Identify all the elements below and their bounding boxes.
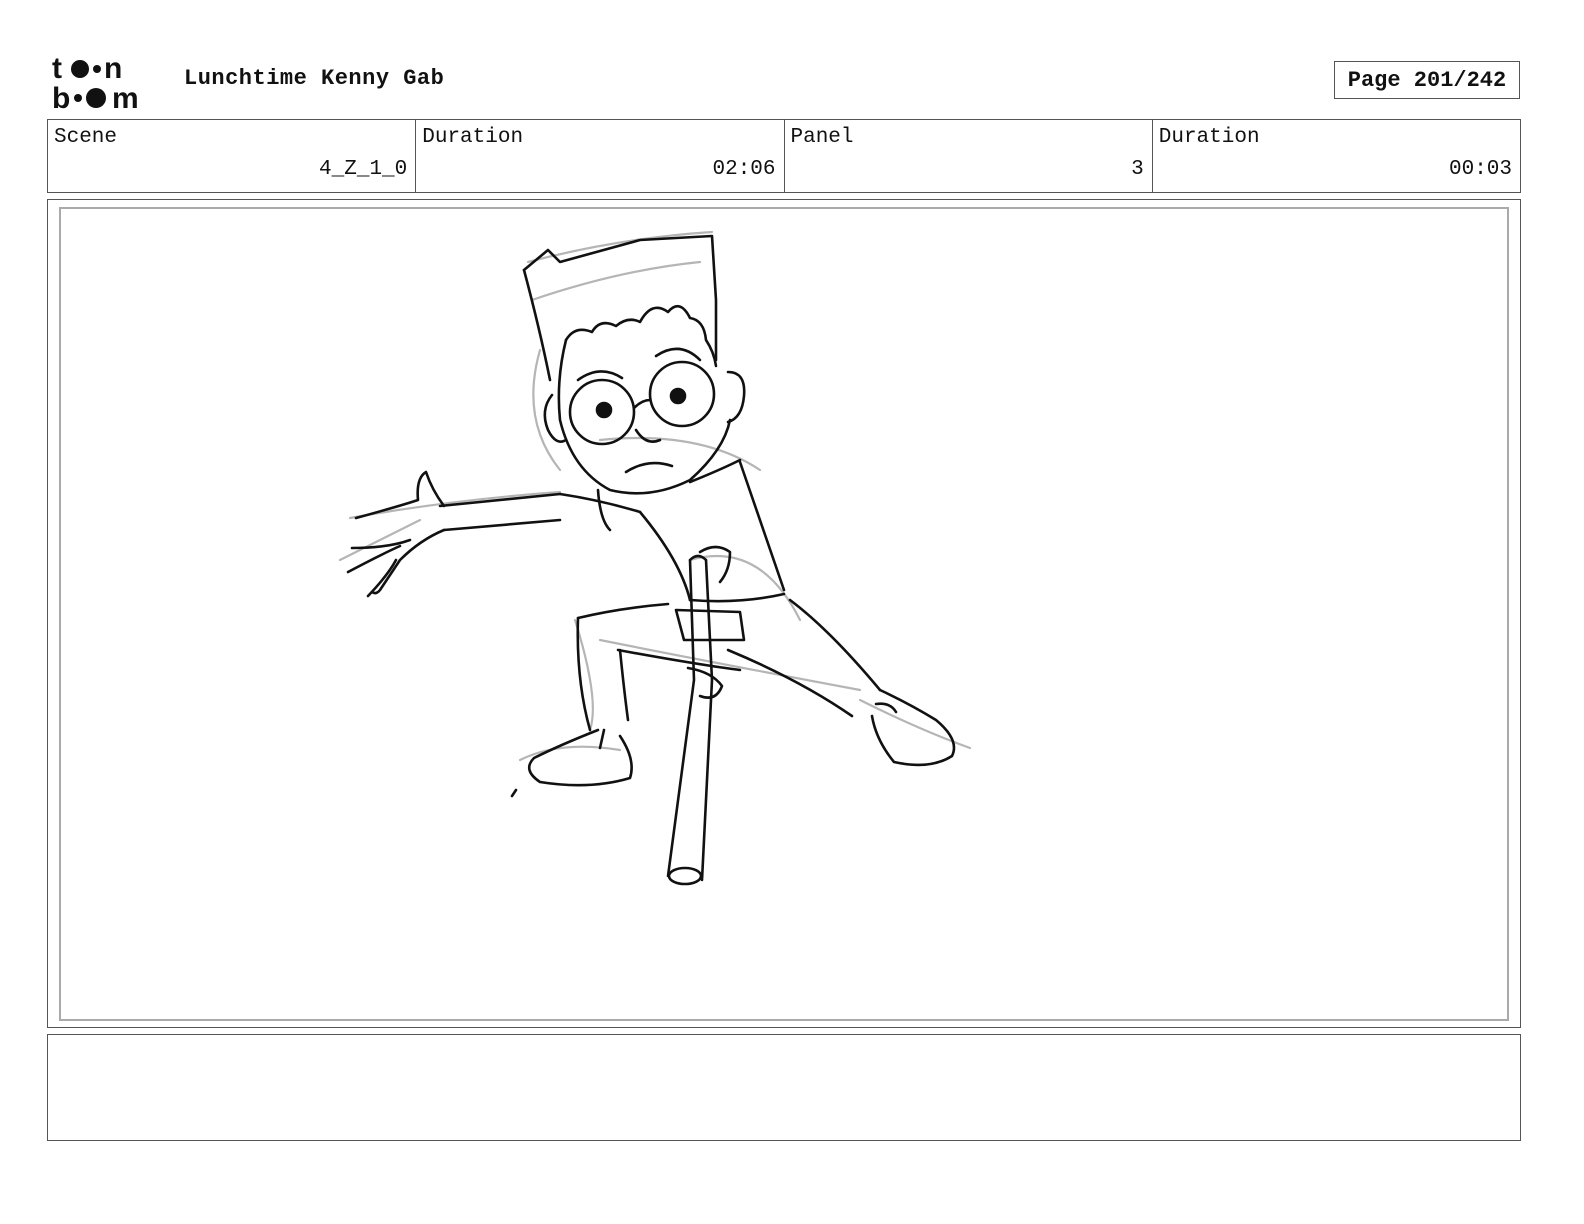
panel-cell: Panel 3 xyxy=(785,120,1153,192)
project-title: Lunchtime Kenny Gab xyxy=(184,66,445,91)
scene-label: Scene xyxy=(54,126,118,149)
ink-lines xyxy=(346,234,956,886)
svg-text:n: n xyxy=(104,52,122,85)
svg-text:m: m xyxy=(112,82,139,112)
svg-text:b: b xyxy=(52,82,70,112)
page-number: Page 201/242 xyxy=(1334,61,1520,99)
scene-cell: Scene 4_Z_1_0 xyxy=(48,120,417,192)
panel-value: 3 xyxy=(1131,158,1144,181)
rough-construction-lines xyxy=(338,230,972,762)
scene-duration-value: 02:06 xyxy=(712,158,776,181)
scene-duration-label: Duration xyxy=(422,126,524,149)
panel-duration-label: Duration xyxy=(1158,126,1260,149)
panel-duration-cell: Duration 00:03 xyxy=(1153,120,1520,192)
panel-duration-value: 00:03 xyxy=(1448,158,1512,181)
panel-label: Panel xyxy=(790,126,854,149)
scene-info-row: Scene 4_Z_1_0 Duration 02:06 Panel 3 Dur… xyxy=(47,119,1521,193)
storyboard-sketch xyxy=(338,230,972,886)
toon-boom-logo: t n b m xyxy=(52,52,139,112)
panel-notes-box xyxy=(47,1034,1521,1141)
svg-text:t: t xyxy=(52,52,62,85)
scene-duration-cell: Duration 02:06 xyxy=(416,120,785,192)
scene-value: 4_Z_1_0 xyxy=(319,158,408,181)
